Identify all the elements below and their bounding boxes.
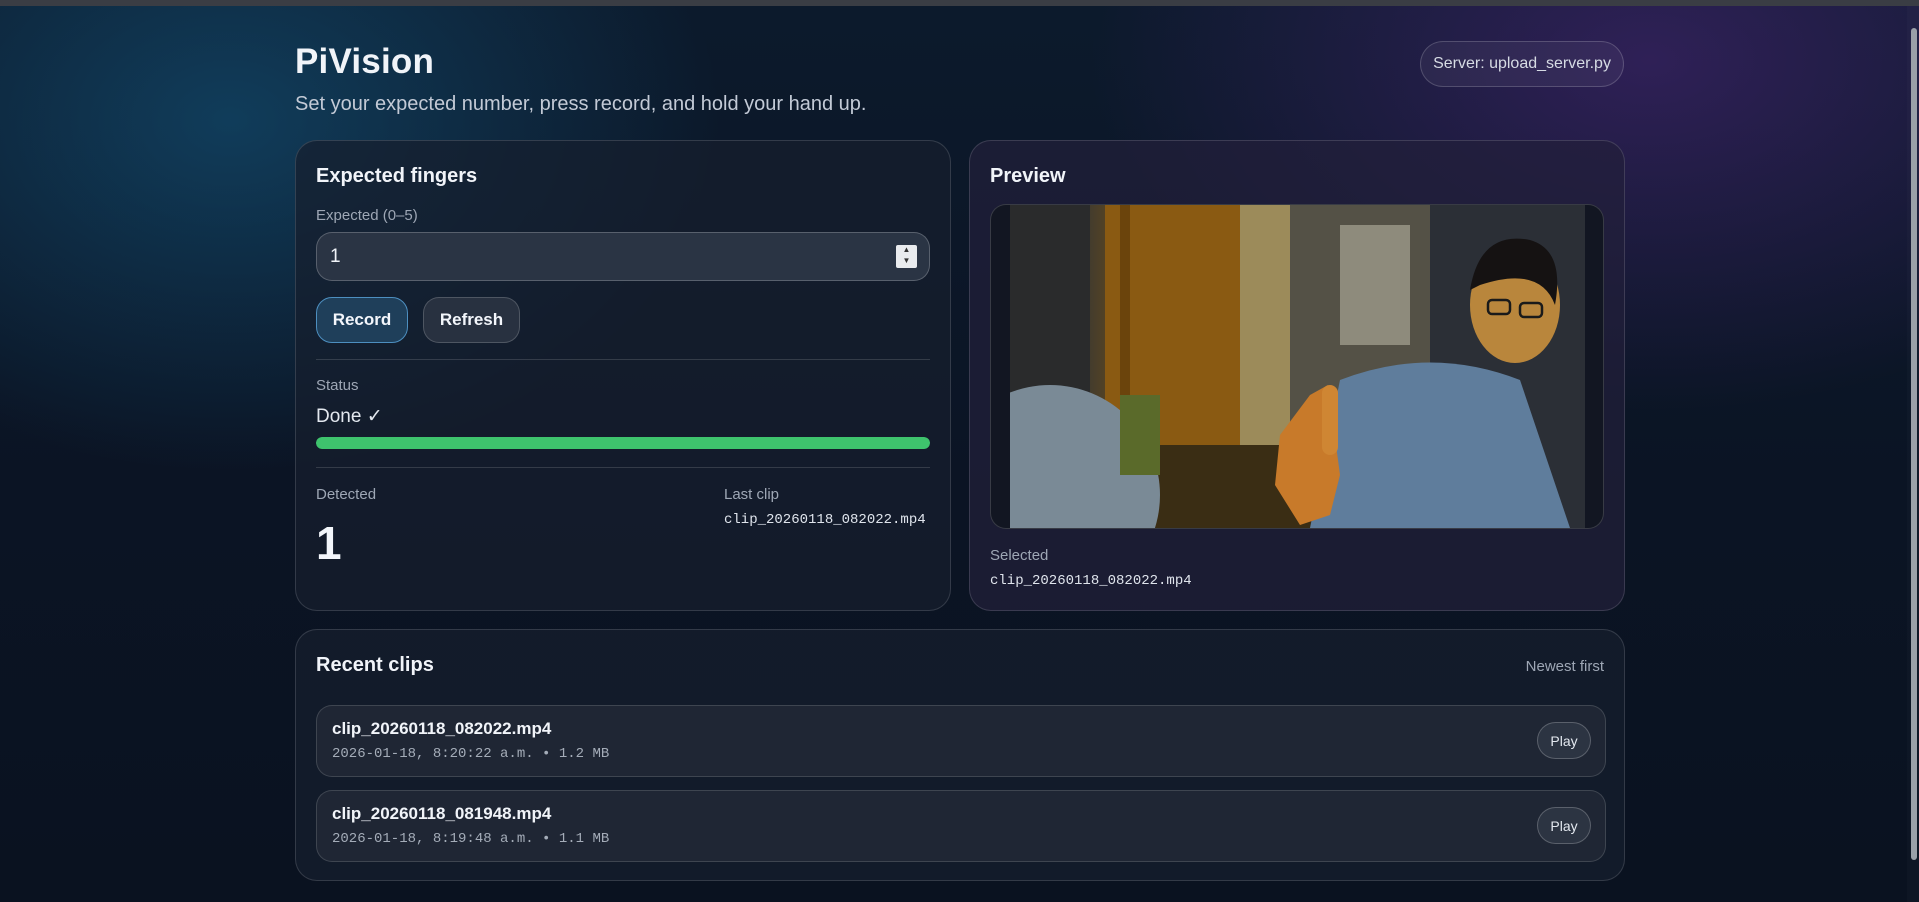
clip-meta: 2026-01-18, 8:19:48 a.m. • 1.1 MB <box>332 831 610 847</box>
video-preview[interactable] <box>990 204 1604 529</box>
status-text: Done ✓ <box>316 406 383 427</box>
number-spinner[interactable]: ▲ ▼ <box>896 245 917 268</box>
card-title: Recent clips <box>316 654 434 676</box>
progress-fill <box>316 437 930 449</box>
server-badge: Server: upload_server.py <box>1420 41 1624 87</box>
expected-number-input[interactable]: 1 ▲ ▼ <box>316 232 930 281</box>
card-title: Expected fingers <box>316 165 478 187</box>
scrollbar-thumb[interactable] <box>1911 28 1917 860</box>
app-subtitle: Set your expected number, press record, … <box>295 93 867 115</box>
window-top-edge <box>0 0 1919 6</box>
play-button[interactable]: Play <box>1537 807 1591 844</box>
record-button[interactable]: Record <box>316 297 408 343</box>
expected-label: Expected (0–5) <box>316 207 418 224</box>
expected-number-value: 1 <box>330 246 341 267</box>
play-button[interactable]: Play <box>1537 722 1591 759</box>
clip-name: clip_20260118_081948.mp4 <box>332 804 552 823</box>
last-clip-label: Last clip <box>724 486 780 503</box>
detected-label: Detected <box>316 486 377 503</box>
clip-list-item[interactable]: clip_20260118_082022.mp4 2026-01-18, 8:2… <box>316 705 1606 777</box>
progress-bar <box>316 437 930 449</box>
preview-card: Preview Selected clip_20260118_082022.mp… <box>969 140 1625 611</box>
page-scrollbar[interactable] <box>1907 6 1919 902</box>
clip-list-item[interactable]: clip_20260118_081948.mp4 2026-01-18, 8:1… <box>316 790 1606 862</box>
detected-count: 1 <box>316 517 342 569</box>
status-label: Status <box>316 377 359 394</box>
last-clip-name: clip_20260118_082022.mp4 <box>724 512 926 528</box>
recent-clips-card: Recent clips Newest first clip_20260118_… <box>295 629 1625 881</box>
spinner-down-icon[interactable]: ▼ <box>896 256 917 267</box>
selected-label: Selected <box>990 547 1049 564</box>
divider <box>316 359 930 360</box>
card-title: Preview <box>990 165 1066 187</box>
app-title: PiVision <box>295 42 435 81</box>
refresh-button[interactable]: Refresh <box>423 297 520 343</box>
divider <box>316 467 930 468</box>
expected-fingers-card: Expected fingers Expected (0–5) 1 ▲ ▼ Re… <box>295 140 951 611</box>
spinner-up-icon[interactable]: ▲ <box>896 245 917 256</box>
selected-clip-name: clip_20260118_082022.mp4 <box>990 573 1192 589</box>
clip-name: clip_20260118_082022.mp4 <box>332 719 552 738</box>
preview-frame-image <box>1010 205 1585 528</box>
clip-meta: 2026-01-18, 8:20:22 a.m. • 1.2 MB <box>332 746 610 762</box>
sort-order-label: Newest first <box>1525 658 1604 675</box>
